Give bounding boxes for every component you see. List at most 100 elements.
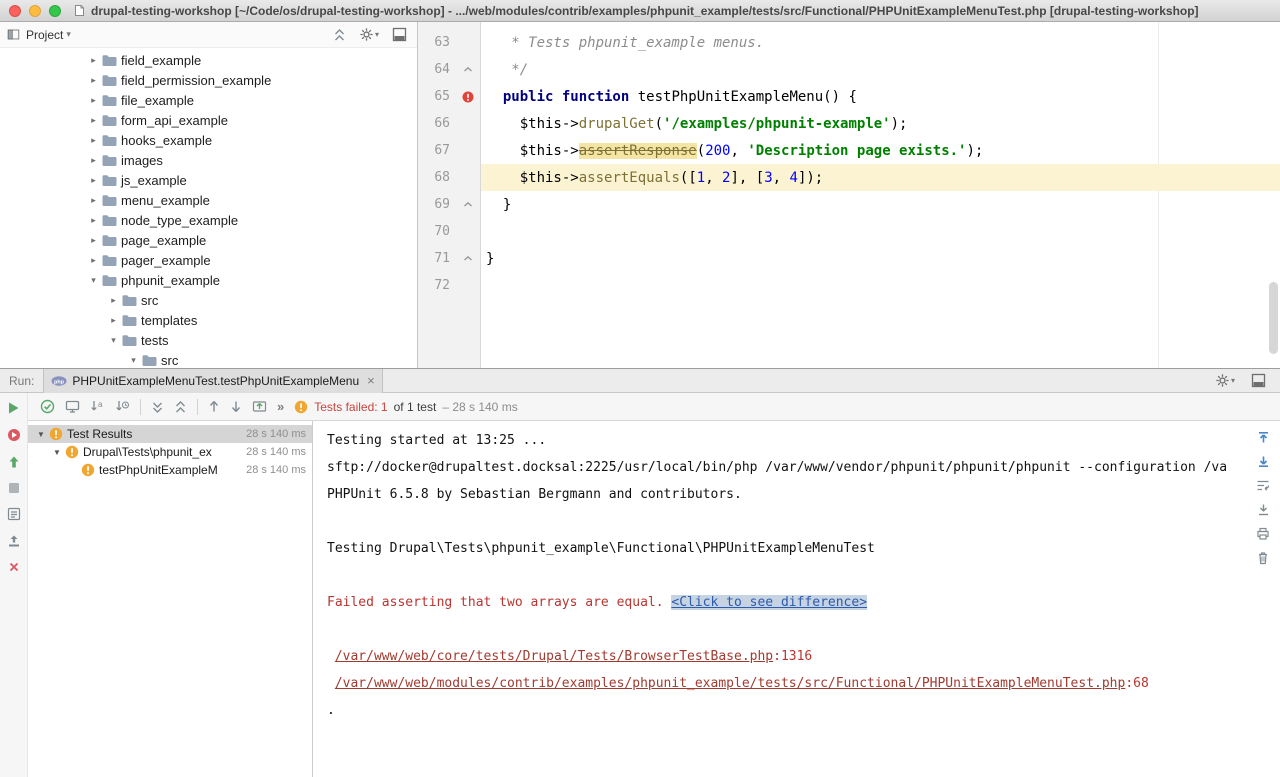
line-number[interactable]: 72 <box>418 272 455 299</box>
chevron-right-icon[interactable]: ▸ <box>106 315 121 326</box>
next-failed-icon[interactable] <box>230 400 242 413</box>
run-tab[interactable]: php PHPUnitExampleMenuTest.testPhpUnitEx… <box>43 369 382 393</box>
test-tree-row[interactable]: ▼Test Results28 s 140 ms <box>28 425 312 443</box>
chevron-right-icon[interactable]: ▸ <box>86 215 101 226</box>
chevron-right-icon[interactable]: ▸ <box>86 55 101 66</box>
fold-icon[interactable] <box>455 245 481 272</box>
test-tree-row[interactable]: testPhpUnitExampleM28 s 140 ms <box>28 461 312 479</box>
chevron-down-icon[interactable]: ▼ <box>34 430 48 439</box>
export-results-icon[interactable] <box>7 534 21 548</box>
chevron-down-icon[interactable]: ▾ <box>86 275 101 286</box>
show-ignored-icon[interactable] <box>65 399 80 414</box>
code-text[interactable]: $this->assertEquals([1, 2], [3, 4]); <box>481 164 1280 191</box>
project-tree-item[interactable]: ▸pager_example <box>0 250 417 270</box>
project-tree-item[interactable]: ▸templates <box>0 310 417 330</box>
chevron-right-icon[interactable]: ▸ <box>86 235 101 246</box>
fold-icon[interactable] <box>455 56 481 83</box>
settings-gear-icon[interactable]: ▾ <box>1215 373 1235 388</box>
hide-passed-icon[interactable] <box>40 399 55 414</box>
chevron-down-icon[interactable]: ▼ <box>50 448 64 457</box>
project-tree-item[interactable]: ▸node_type_example <box>0 210 417 230</box>
code-text[interactable]: $this->assertResponse(200, 'Description … <box>481 137 1280 164</box>
settings-gear-icon[interactable]: ▾ <box>359 27 379 42</box>
run-console[interactable]: Testing started at 13:25 ...sftp://docke… <box>313 421 1280 777</box>
project-tree-item[interactable]: ▸file_example <box>0 90 417 110</box>
chevron-right-icon[interactable]: ▸ <box>86 195 101 206</box>
code-editor[interactable]: 63 * Tests phpunit_example menus. 64 */ 65… <box>418 22 1280 368</box>
fold-icon[interactable] <box>455 191 481 218</box>
chevron-down-icon[interactable]: ▾ <box>66 29 71 40</box>
hide-panel-icon[interactable] <box>392 27 407 42</box>
code-text[interactable] <box>481 218 1280 245</box>
close-window-button[interactable] <box>9 5 21 17</box>
scroll-end-icon[interactable] <box>1257 503 1270 516</box>
project-tree-item[interactable]: ▾phpunit_example <box>0 270 417 290</box>
zoom-window-button[interactable] <box>49 5 61 17</box>
up-stack-trace-icon[interactable] <box>1257 431 1270 444</box>
chevron-right-icon[interactable]: ▸ <box>86 155 101 166</box>
rerun-icon[interactable] <box>7 401 20 415</box>
project-header-label[interactable]: Project <box>26 28 63 42</box>
collapse-all-icon[interactable] <box>333 28 346 42</box>
close-tab-icon[interactable]: × <box>367 373 375 388</box>
line-number[interactable]: 63 <box>418 29 455 56</box>
chevron-right-icon[interactable]: ▸ <box>106 295 121 306</box>
print-icon[interactable] <box>1256 527 1270 540</box>
test-tree-row[interactable]: ▼Drupal\Tests\phpunit_ex28 s 140 ms <box>28 443 312 461</box>
diff-link[interactable]: <Click to see difference> <box>671 595 867 610</box>
project-tree-item[interactable]: ▸js_example <box>0 170 417 190</box>
minimize-window-button[interactable] <box>29 5 41 17</box>
sort-alpha-icon[interactable]: a <box>90 399 105 414</box>
project-tree-item[interactable]: ▾tests <box>0 330 417 350</box>
import-results-icon[interactable] <box>252 399 267 414</box>
code-text[interactable]: */ <box>481 56 1280 83</box>
test-history-icon[interactable] <box>7 507 21 521</box>
project-tree-item[interactable]: ▸src <box>0 290 417 310</box>
chevron-right-icon[interactable]: ▸ <box>86 115 101 126</box>
sort-duration-icon[interactable] <box>115 399 130 414</box>
stop-icon[interactable] <box>8 482 20 494</box>
file-link[interactable]: /var/www/web/core/tests/Drupal/Tests/Bro… <box>335 649 773 664</box>
line-number[interactable]: 69 <box>418 191 455 218</box>
code-text[interactable]: } <box>481 191 1280 218</box>
hide-panel-icon[interactable] <box>1251 373 1266 388</box>
project-tree-item[interactable]: ▸images <box>0 150 417 170</box>
project-tree-item[interactable]: ▸field_permission_example <box>0 70 417 90</box>
down-stack-trace-icon[interactable] <box>1257 455 1270 468</box>
chevron-right-icon[interactable]: ▸ <box>86 175 101 186</box>
line-number[interactable]: 65 <box>418 83 455 110</box>
project-tree-item[interactable]: ▸form_api_example <box>0 110 417 130</box>
failed-test-marker-icon[interactable] <box>455 83 481 110</box>
line-number[interactable]: 71 <box>418 245 455 272</box>
rerun-failed-icon[interactable] <box>7 428 21 442</box>
code-text[interactable]: } <box>481 245 1280 272</box>
chevron-right-icon[interactable]: ▸ <box>86 75 101 86</box>
code-text[interactable]: $this->drupalGet('/examples/phpunit-exam… <box>481 110 1280 137</box>
file-link[interactable]: /var/www/web/modules/contrib/examples/ph… <box>335 676 1126 691</box>
project-tree-item[interactable]: ▸page_example <box>0 230 417 250</box>
line-number[interactable]: 66 <box>418 110 455 137</box>
project-tree-item[interactable]: ▸field_example <box>0 50 417 70</box>
project-tree-item[interactable]: ▸menu_example <box>0 190 417 210</box>
code-text[interactable] <box>481 272 1280 299</box>
line-number[interactable]: 68 <box>418 164 455 191</box>
chevron-right-icon[interactable]: ▸ <box>86 95 101 106</box>
project-tree-item[interactable]: ▾src <box>0 350 417 368</box>
close-icon[interactable] <box>8 561 20 573</box>
toggle-auto-test-icon[interactable] <box>7 455 21 469</box>
chevron-down-icon[interactable]: ▾ <box>106 335 121 346</box>
overflow-icon[interactable]: » <box>277 399 284 414</box>
line-number[interactable]: 70 <box>418 218 455 245</box>
expand-all-icon[interactable] <box>151 400 164 414</box>
chevron-right-icon[interactable]: ▸ <box>86 135 101 146</box>
line-number[interactable]: 67 <box>418 137 455 164</box>
chevron-right-icon[interactable]: ▸ <box>86 255 101 266</box>
soft-wrap-icon[interactable] <box>1256 479 1270 492</box>
chevron-down-icon[interactable]: ▾ <box>126 355 141 366</box>
code-text[interactable]: * Tests phpunit_example menus. <box>481 29 1280 56</box>
collapse-all-icon[interactable] <box>174 400 187 414</box>
code-text[interactable]: public function testPhpUnitExampleMenu()… <box>481 83 1280 110</box>
line-number[interactable]: 64 <box>418 56 455 83</box>
clear-all-icon[interactable] <box>1257 551 1269 565</box>
previous-failed-icon[interactable] <box>208 400 220 413</box>
